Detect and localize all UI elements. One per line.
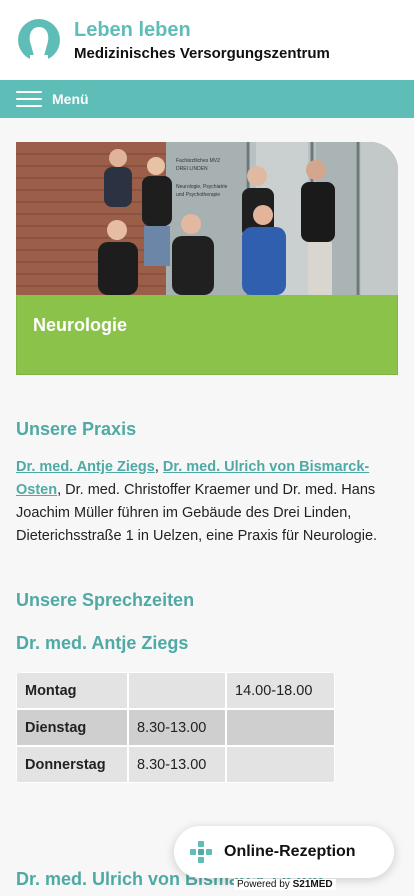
powered-by-prefix: Powered by [237,879,293,890]
brand-title: Leben leben [74,18,191,41]
table-row: Montag 14.00-18.00 [16,672,335,709]
main-content: Unsere Praxis Dr. med. Antje Ziegs, Dr. … [0,419,414,890]
table-cell-morning [128,672,226,709]
team-photo: Fachärztliches MVZ DREI LINDEN Neurologi… [16,142,398,295]
plus-cross-icon [190,841,212,863]
praxis-paragraph: Dr. med. Antje Ziegs, Dr. med. Ulrich vo… [16,456,398,548]
hamburger-icon[interactable] [16,91,42,107]
table-cell-afternoon: 14.00-18.00 [226,672,335,709]
section-heading-sprechzeiten: Unsere Sprechzeiten [16,590,195,610]
section-heading-praxis: Unsere Praxis [16,419,137,439]
table-row: Dienstag 8.30-13.00 [16,709,335,746]
table-row: Donnerstag 8.30-13.00 [16,746,335,783]
sign-line-4: und Psychotherapie [176,192,220,198]
table-cell-morning: 8.30-13.00 [128,709,226,746]
praxis-text: , Dr. med. Christoffer Kraemer und Dr. m… [16,482,378,544]
brand-subtitle: Medizinisches Versorgungszentrum [74,44,330,62]
hero-banner-title: Neurologie [33,315,128,335]
doctor-heading-ziegs: Dr. med. Antje Ziegs [16,633,189,653]
table-cell-afternoon [226,746,335,783]
table-cell-morning: 8.30-13.00 [128,746,226,783]
menu-bar[interactable]: Menü [0,80,414,118]
sign-line-2: DREI LINDEN [176,166,208,172]
praxis-separator: , [154,459,163,475]
site-header: Leben leben Medizinisches Versorgungszen… [0,0,414,80]
hero-section: Fachärztliches MVZ DREI LINDEN Neurologi… [16,142,398,375]
sign-line-3: Neurologie, Psychiatrie [176,184,228,190]
online-rezeption-button[interactable]: Online-Rezeption [174,826,394,878]
link-antje-ziegs[interactable]: Dr. med. Antje Ziegs [16,459,155,475]
table-cell-day: Dienstag [16,709,128,746]
brand-block[interactable]: Leben leben Medizinisches Versorgungszen… [74,19,330,62]
table-cell-day: Donnerstag [16,746,128,783]
powered-by-label[interactable]: Powered by S21MED [234,879,336,890]
table-cell-day: Montag [16,672,128,709]
menu-label[interactable]: Menü [52,91,89,107]
mvz-logo-icon[interactable] [16,17,62,63]
hero-banner: Neurologie [16,295,398,375]
sign-line-1: Fachärztliches MVZ [176,158,220,164]
powered-by-brand: S21MED [292,879,333,890]
online-rezeption-label: Online-Rezeption [224,843,356,860]
office-hours-table: Montag 14.00-18.00 Dienstag 8.30-13.00 D… [16,672,335,783]
table-cell-afternoon [226,709,335,746]
